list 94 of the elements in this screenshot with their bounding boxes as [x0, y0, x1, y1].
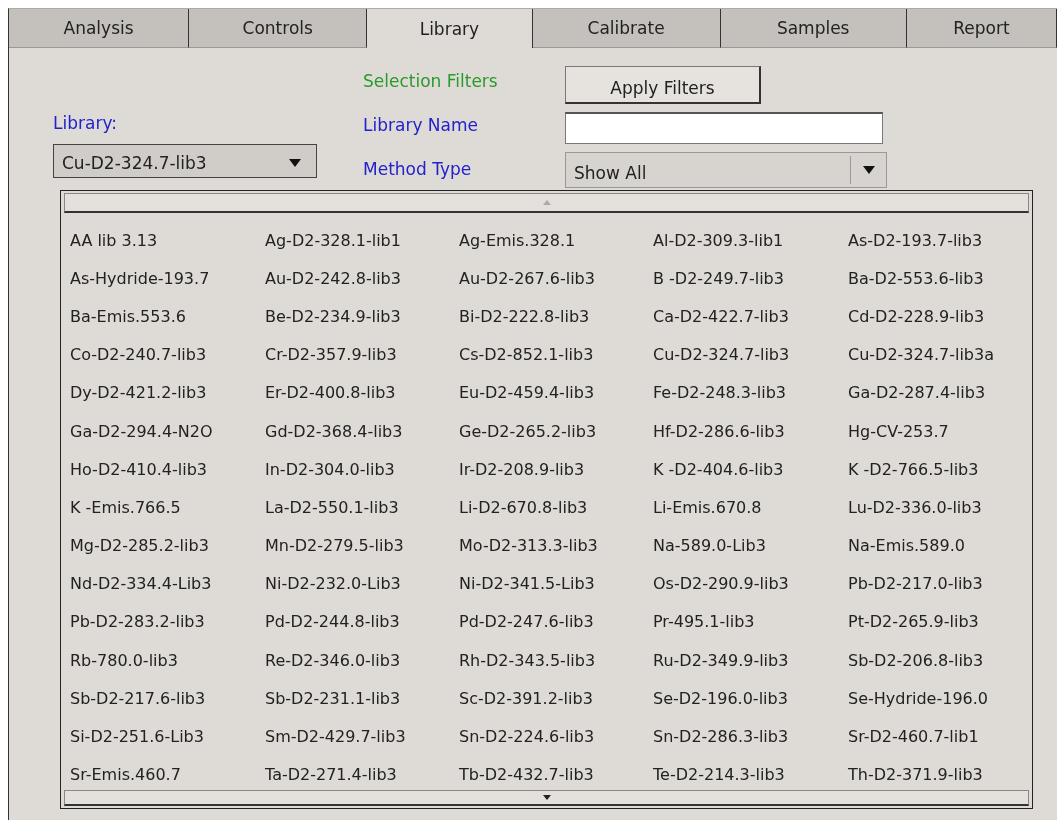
library-option[interactable]: Ni-D2-341.5-Lib3 [459, 574, 653, 594]
library-dropdown[interactable]: Cu-D2-324.7-lib3 [53, 144, 317, 178]
library-option[interactable]: Ga-D2-287.4-lib3 [848, 383, 1032, 403]
tab[interactable]: Samples [720, 9, 907, 48]
library-option[interactable]: Sn-D2-224.6-lib3 [459, 727, 653, 747]
library-option[interactable]: Sb-D2-217.6-lib3 [70, 688, 265, 708]
library-option[interactable]: Na-589.0-Lib3 [653, 536, 848, 556]
library-option[interactable]: Be-D2-234.9-lib3 [265, 306, 459, 326]
library-option[interactable]: Mg-D2-285.2-lib3 [70, 536, 265, 556]
filters-heading: Selection Filters [363, 70, 499, 92]
library-option[interactable]: Lu-D2-336.0-lib3 [848, 497, 1032, 517]
library-option[interactable]: Ca-D2-422.7-lib3 [653, 306, 848, 326]
library-option[interactable]: K -D2-404.6-lib3 [653, 459, 848, 479]
dropdown-arrow-icon [288, 158, 302, 168]
library-option[interactable]: Tb-D2-432.7-lib3 [459, 765, 653, 785]
library-option[interactable]: Ga-D2-294.4-N2O [70, 421, 265, 441]
tab[interactable]: Calibrate [532, 9, 721, 48]
library-option[interactable]: Re-D2-346.0-lib3 [265, 650, 459, 670]
library-option[interactable]: Sn-D2-286.3-lib3 [653, 727, 848, 747]
library-option[interactable]: Co-D2-240.7-lib3 [70, 345, 265, 365]
library-option[interactable]: Sr-Emis.460.7 [70, 765, 265, 785]
library-option[interactable]: Eu-D2-459.4-lib3 [459, 383, 653, 403]
library-option[interactable]: Cr-D2-357.9-lib3 [265, 345, 459, 365]
library-option[interactable]: Hg-CV-253.7 [848, 421, 1032, 441]
apply-filters-button[interactable]: Apply Filters [565, 66, 761, 104]
library-option[interactable]: K -Emis.766.5 [70, 497, 265, 517]
library-option[interactable]: Pd-D2-247.6-lib3 [459, 612, 653, 632]
library-option[interactable]: Na-Emis.589.0 [848, 536, 1032, 556]
library-option[interactable]: Sb-D2-231.1-lib3 [265, 688, 459, 708]
library-option[interactable]: In-D2-304.0-lib3 [265, 459, 459, 479]
library-option[interactable]: Si-D2-251.6-Lib3 [70, 727, 265, 747]
library-option[interactable]: Th-D2-371.9-lib3 [848, 765, 1032, 785]
down-arrow-icon [542, 795, 551, 800]
library-option[interactable]: Ni-D2-232.0-Lib3 [265, 574, 459, 594]
library-option[interactable]: Te-D2-214.3-lib3 [653, 765, 848, 785]
library-option[interactable]: Cs-D2-852.1-lib3 [459, 345, 653, 365]
library-option[interactable]: La-D2-550.1-lib3 [265, 497, 459, 517]
library-option[interactable]: Sr-D2-460.7-lib1 [848, 727, 1032, 747]
library-option[interactable]: Li-D2-670.8-lib3 [459, 497, 653, 517]
library-option[interactable]: Ru-D2-349.9-lib3 [653, 650, 848, 670]
scroll-up-button[interactable] [64, 193, 1029, 213]
library-option[interactable]: Ag-Emis.328.1 [459, 230, 653, 250]
library-option[interactable]: Ta-D2-271.4-lib3 [265, 765, 459, 785]
library-option[interactable]: Rb-780.0-lib3 [70, 650, 265, 670]
library-label: Library: [53, 112, 118, 134]
library-option[interactable]: Os-D2-290.9-lib3 [653, 574, 848, 594]
up-arrow-icon [542, 200, 551, 205]
library-option[interactable]: Cu-D2-324.7-lib3 [653, 345, 848, 365]
dropdown-arrow-icon [861, 165, 876, 175]
library-option[interactable]: Rh-D2-343.5-lib3 [459, 650, 653, 670]
library-option[interactable]: AA lib 3.13 [70, 230, 265, 250]
library-option[interactable]: Dy-D2-421.2-lib3 [70, 383, 265, 403]
tab[interactable]: Controls [189, 9, 368, 48]
library-option[interactable]: Sb-D2-206.8-lib3 [848, 650, 1032, 670]
library-option[interactable]: Sm-D2-429.7-lib3 [265, 727, 459, 747]
library-option[interactable]: Nd-D2-334.4-Lib3 [70, 574, 265, 594]
library-option[interactable]: Pb-D2-217.0-lib3 [848, 574, 1032, 594]
library-option[interactable]: Au-D2-267.6-lib3 [459, 268, 653, 288]
library-option[interactable]: As-Hydride-193.7 [70, 268, 265, 288]
tab[interactable]: Analysis [9, 9, 190, 48]
library-option[interactable]: Li-Emis.670.8 [653, 497, 848, 517]
library-option[interactable]: Gd-D2-368.4-lib3 [265, 421, 459, 441]
library-option[interactable]: B -D2-249.7-lib3 [653, 268, 848, 288]
library-option[interactable]: Cd-D2-228.9-lib3 [848, 306, 1032, 326]
library-option[interactable]: Pd-D2-244.8-lib3 [265, 612, 459, 632]
library-option[interactable]: Mn-D2-279.5-lib3 [265, 536, 459, 556]
library-option[interactable]: Ho-D2-410.4-lib3 [70, 459, 265, 479]
library-option[interactable]: Pt-D2-265.9-lib3 [848, 612, 1032, 632]
library-option[interactable]: Hf-D2-286.6-lib3 [653, 421, 848, 441]
library-name-field[interactable] [565, 112, 883, 144]
library-name-label: Library Name [363, 114, 479, 136]
library-option[interactable]: Bi-D2-222.8-lib3 [459, 306, 653, 326]
library-option[interactable]: K -D2-766.5-lib3 [848, 459, 1032, 479]
library-option[interactable]: Sc-D2-391.2-lib3 [459, 688, 653, 708]
scroll-down-button[interactable] [64, 790, 1029, 806]
library-option[interactable]: Au-D2-242.8-lib3 [265, 268, 459, 288]
method-type-label: Method Type [363, 158, 473, 180]
library-option[interactable]: Mo-D2-313.3-lib3 [459, 536, 653, 556]
library-option[interactable]: Pr-495.1-lib3 [653, 612, 848, 632]
tab[interactable]: Report [906, 9, 1057, 48]
library-option[interactable]: Se-Hydride-196.0 [848, 688, 1032, 708]
library-option[interactable]: Ba-Emis.553.6 [70, 306, 265, 326]
library-option[interactable]: Se-D2-196.0-lib3 [653, 688, 848, 708]
library-option[interactable]: Ge-D2-265.2-lib3 [459, 421, 653, 441]
library-option[interactable]: Ag-D2-328.1-lib1 [265, 230, 459, 250]
library-option[interactable]: Er-D2-400.8-lib3 [265, 383, 459, 403]
library-option[interactable]: Ba-D2-553.6-lib3 [848, 268, 1032, 288]
library-option[interactable]: Fe-D2-248.3-lib3 [653, 383, 848, 403]
library-option[interactable]: As-D2-193.7-lib3 [848, 230, 1032, 250]
library-option[interactable]: Cu-D2-324.7-lib3a [848, 345, 1032, 365]
method-type-select[interactable]: Show All [565, 152, 887, 188]
library-option[interactable]: Al-D2-309.3-lib1 [653, 230, 848, 250]
library-option[interactable]: Pb-D2-283.2-lib3 [70, 612, 265, 632]
library-option[interactable]: Ir-D2-208.9-lib3 [459, 459, 653, 479]
